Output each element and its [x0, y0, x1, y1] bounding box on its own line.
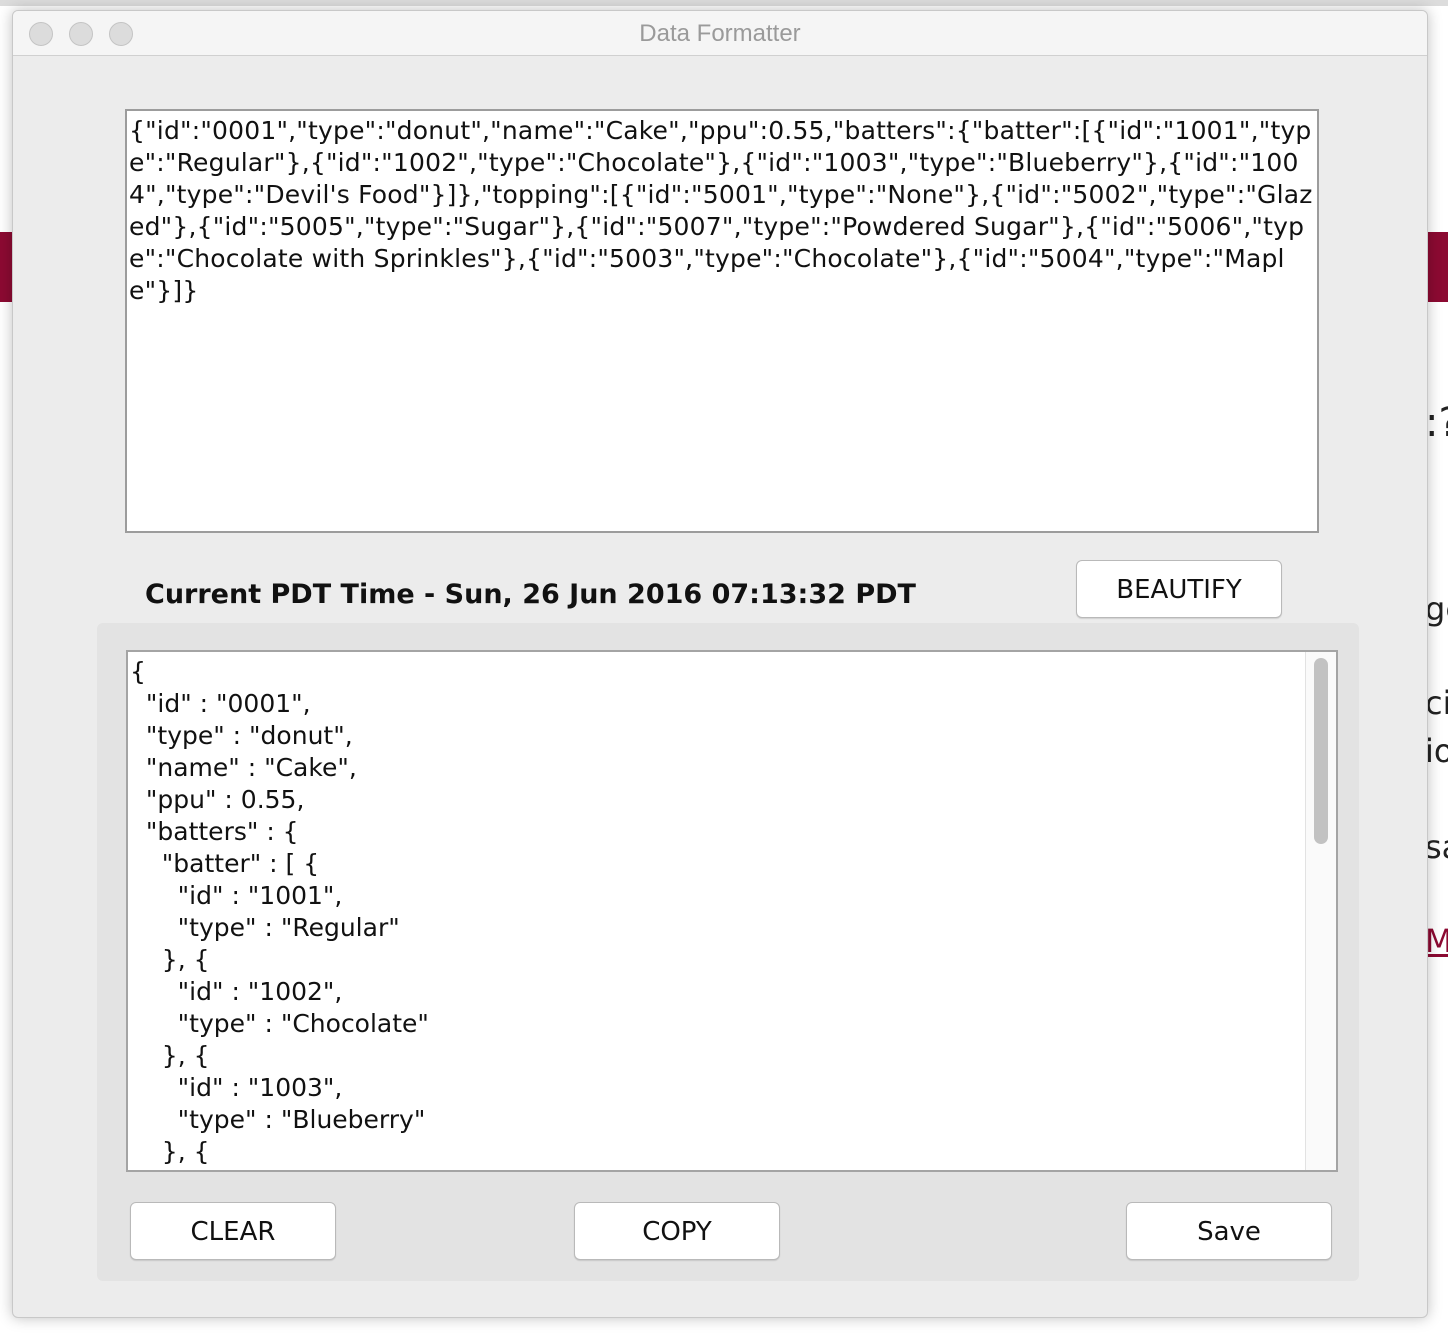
- background-text-fragment: :?: [1425, 400, 1448, 446]
- background-text-fragment: sa: [1425, 828, 1448, 866]
- background-text-fragment: ge: [1425, 590, 1448, 628]
- background-text-fragment: io: [1425, 732, 1448, 770]
- output-scrollbar[interactable]: [1305, 652, 1336, 1170]
- current-time-label: Current PDT Time - Sun, 26 Jun 2016 07:1…: [145, 579, 916, 610]
- background-text-fragment: cif: [1425, 684, 1448, 722]
- output-scrollbar-thumb[interactable]: [1314, 658, 1328, 844]
- beautify-button[interactable]: BEAUTIFY: [1076, 560, 1282, 618]
- clear-button[interactable]: CLEAR: [130, 1202, 336, 1260]
- window-title: Data Formatter: [639, 20, 801, 47]
- background-top-line: [0, 0, 1448, 6]
- save-button[interactable]: Save: [1126, 1202, 1332, 1260]
- formatted-output-text: { "id" : "0001", "type" : "donut", "name…: [130, 657, 429, 1166]
- formatted-output-textarea[interactable]: { "id" : "0001", "type" : "donut", "name…: [126, 650, 1338, 1172]
- json-input-textarea[interactable]: {"id":"0001","type":"donut","name":"Cake…: [125, 109, 1319, 533]
- copy-button[interactable]: COPY: [574, 1202, 780, 1260]
- output-panel: { "id" : "0001", "type" : "donut", "name…: [97, 623, 1359, 1281]
- data-formatter-window: Data Formatter {"id":"0001","type":"donu…: [12, 10, 1428, 1318]
- background-link-fragment[interactable]: M: [1425, 922, 1448, 960]
- title-bar[interactable]: Data Formatter: [13, 11, 1427, 56]
